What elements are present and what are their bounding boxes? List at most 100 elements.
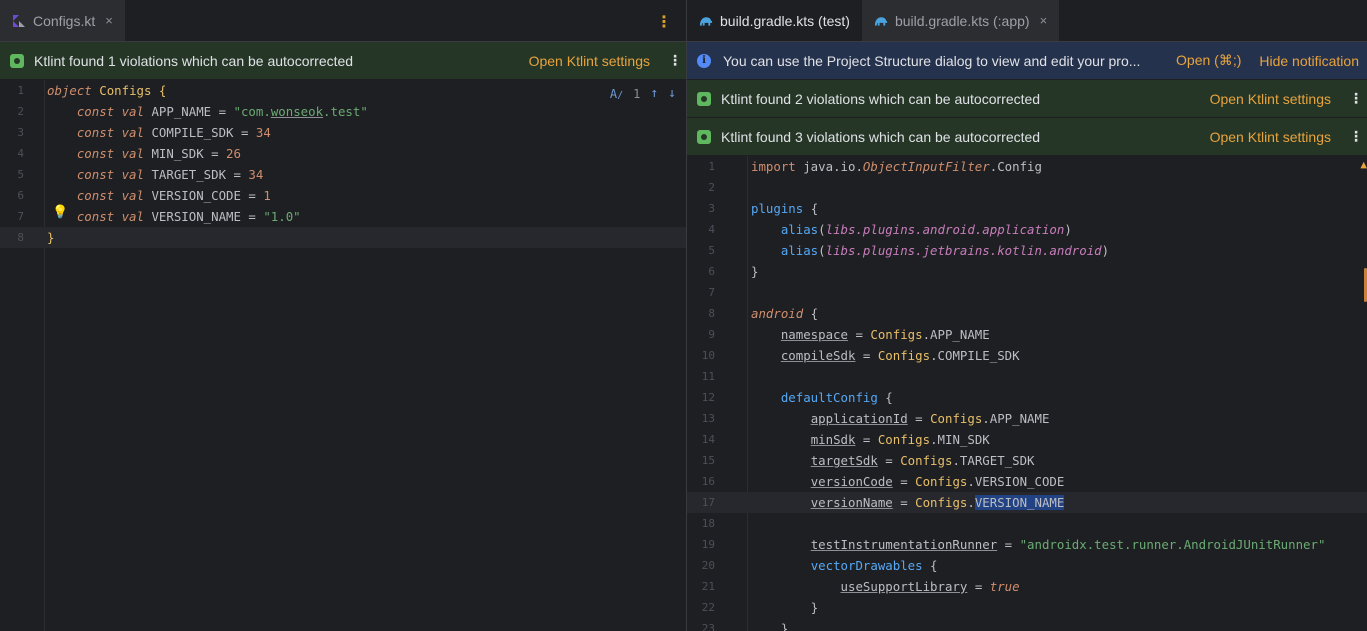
- line-number: 6: [708, 265, 715, 278]
- code-token: applicationId: [810, 411, 908, 426]
- code-line[interactable]: 16 versionCode = Configs.VERSION_CODE: [687, 471, 1367, 492]
- code-text: }: [47, 227, 54, 248]
- code-line[interactable]: 14 minSdk = Configs.MIN_SDK: [687, 429, 1367, 450]
- banner-menu-icon[interactable]: ⋮: [1349, 90, 1363, 107]
- code-line[interactable]: 15 targetSdk = Configs.TARGET_SDK: [687, 450, 1367, 471]
- code-token: const val: [76, 167, 144, 182]
- code-line[interactable]: 6 const val VERSION_CODE = 1: [0, 185, 686, 206]
- code-token: {: [158, 83, 167, 98]
- code-line[interactable]: 5 alias(libs.plugins.jetbrains.kotlin.an…: [687, 240, 1367, 261]
- hide-notification-link[interactable]: Hide notification: [1259, 53, 1359, 69]
- code-token: APP_NAME =: [143, 104, 234, 119]
- code-line[interactable]: 7: [687, 282, 1367, 303]
- code-token: =: [877, 453, 901, 468]
- code-line[interactable]: 3 const val COMPILE_SDK = 34: [0, 122, 686, 143]
- code-line[interactable]: 18: [687, 513, 1367, 534]
- code-token: "1.0": [263, 209, 301, 224]
- right-editor-pane: build.gradle.kts (test) build.gradle.kts…: [687, 0, 1367, 631]
- code-line[interactable]: 19 testInstrumentationRunner = "androidx…: [687, 534, 1367, 555]
- code-line[interactable]: 1 import java.io.ObjectInputFilter.Config: [687, 156, 1367, 177]
- code-token: =: [855, 432, 878, 447]
- code-line[interactable]: 6}: [687, 261, 1367, 282]
- code-line[interactable]: 4 const val MIN_SDK = 26: [0, 143, 686, 164]
- code-token: Configs: [99, 83, 152, 98]
- code-line[interactable]: 2: [687, 177, 1367, 198]
- code-line[interactable]: 9 namespace = Configs.APP_NAME: [687, 324, 1367, 345]
- code-text: const val VERSION_CODE = 1: [47, 185, 271, 206]
- code-text: vectorDrawables {: [751, 555, 938, 576]
- line-number: 5: [708, 244, 715, 257]
- warning-icon: ▲: [1360, 158, 1367, 171]
- ktlint-icon: [697, 129, 711, 144]
- open-ktlint-settings-link[interactable]: Open Ktlint settings: [529, 53, 650, 69]
- code-token: =: [847, 327, 871, 342]
- code-line[interactable]: 11: [687, 366, 1367, 387]
- close-icon[interactable]: ×: [105, 13, 113, 28]
- code-token: ObjectInputFilter: [862, 159, 990, 174]
- code-line[interactable]: 10 compileSdk = Configs.COMPILE_SDK: [687, 345, 1367, 366]
- code-token: const val: [76, 188, 144, 203]
- code-line[interactable]: 17 versionName = Configs.VERSION_NAME: [687, 492, 1367, 513]
- code-line[interactable]: 2 const val APP_NAME = "com.wonseok.test…: [0, 101, 686, 122]
- tab-build-gradle-test[interactable]: build.gradle.kts (test): [687, 0, 862, 41]
- lightbulb-icon[interactable]: 💡: [52, 205, 68, 220]
- code-token: useSupportLibrary: [840, 579, 968, 594]
- code-token: "androidx.test.runner.AndroidJUnitRunner…: [1019, 537, 1326, 552]
- line-number: 10: [701, 349, 715, 362]
- more-options-icon[interactable]: ⋮: [656, 12, 672, 32]
- line-number: 7: [17, 210, 24, 223]
- line-number: 11: [701, 370, 715, 383]
- code-line[interactable]: 7 const val VERSION_NAME = "1.0": [0, 206, 686, 227]
- code-line[interactable]: 5 const val TARGET_SDK = 34: [0, 164, 686, 185]
- code-token: Configs: [870, 327, 923, 342]
- code-line[interactable]: 1 object Configs {: [0, 80, 686, 101]
- code-line[interactable]: 20 vectorDrawables {: [687, 555, 1367, 576]
- code-token: true: [989, 579, 1020, 594]
- code-editor-right[interactable]: 1 import java.io.ObjectInputFilter.Config…: [687, 156, 1367, 631]
- line-number: 22: [701, 601, 715, 614]
- code-editor-left[interactable]: A/ 1 ↑ ↓ 1 object Configs {2 const val AP…: [0, 80, 686, 631]
- code-token: Configs: [930, 411, 983, 426]
- close-icon[interactable]: ×: [1040, 13, 1048, 28]
- code-token: MIN_SDK =: [143, 146, 227, 161]
- code-line[interactable]: 8}: [0, 227, 686, 248]
- code-text: alias(libs.plugins.android.application): [751, 219, 1072, 240]
- banner-menu-icon[interactable]: ⋮: [1349, 128, 1363, 145]
- code-token: .TARGET_SDK: [952, 453, 1035, 468]
- code-token: }: [810, 600, 819, 615]
- banner-menu-icon[interactable]: ⋮: [668, 52, 682, 69]
- tab-build-gradle-app[interactable]: build.gradle.kts (:app) ×: [861, 0, 1060, 41]
- code-line[interactable]: 3 plugins {: [687, 198, 1367, 219]
- code-line[interactable]: 22 }: [687, 597, 1367, 618]
- line-number: 2: [708, 181, 715, 194]
- code-token: 34: [248, 167, 264, 182]
- code-line[interactable]: 8 android {: [687, 303, 1367, 324]
- code-line[interactable]: 12 defaultConfig {: [687, 387, 1367, 408]
- code-text: defaultConfig {: [751, 387, 893, 408]
- code-token: 26: [226, 146, 241, 161]
- tab-label: Configs.kt: [33, 12, 96, 29]
- tab-configs-kt[interactable]: Configs.kt ×: [0, 0, 125, 41]
- code-text: const val TARGET_SDK = 34: [47, 164, 264, 185]
- tab-label: build.gradle.kts (test): [720, 12, 850, 29]
- code-text: compileSdk = Configs.COMPILE_SDK: [751, 345, 1020, 366]
- code-token: =: [997, 537, 1020, 552]
- code-token: Configs: [900, 453, 953, 468]
- open-ktlint-settings-link[interactable]: Open Ktlint settings: [1210, 91, 1331, 107]
- code-line[interactable]: 13 applicationId = Configs.APP_NAME: [687, 408, 1367, 429]
- code-text: import java.io.ObjectInputFilter.Config: [751, 156, 1042, 177]
- line-number: 9: [708, 328, 715, 341]
- open-project-structure-link[interactable]: Open (⌘;): [1176, 52, 1241, 69]
- open-ktlint-settings-link[interactable]: Open Ktlint settings: [1210, 129, 1331, 145]
- code-line[interactable]: 23 }: [687, 618, 1367, 631]
- code-line[interactable]: 4 alias(libs.plugins.android.application…: [687, 219, 1367, 240]
- line-number: 4: [708, 223, 715, 236]
- code-line[interactable]: 21 useSupportLibrary = true: [687, 576, 1367, 597]
- code-token: compileSdk: [780, 348, 856, 363]
